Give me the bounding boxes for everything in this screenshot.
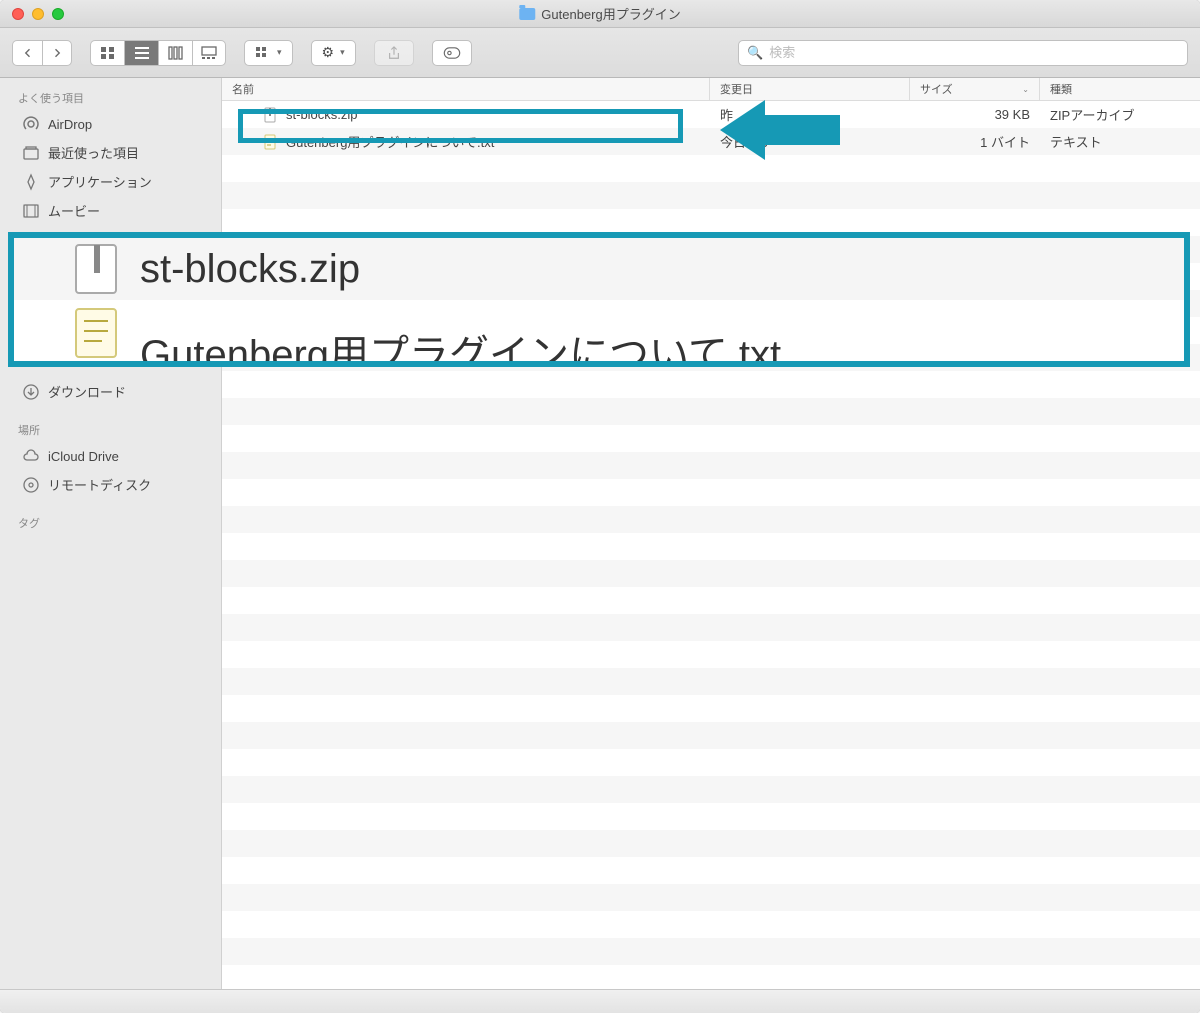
applications-icon: [22, 173, 40, 191]
traffic-lights: [0, 8, 64, 20]
sidebar-section-title: タグ: [0, 511, 221, 535]
sidebar-item-airdrop[interactable]: AirDrop: [0, 110, 221, 138]
zip-file-icon: [262, 107, 278, 123]
sidebar-item-movies[interactable]: ムービー: [0, 196, 221, 225]
movies-icon: [22, 202, 40, 220]
sidebar-item-label: ムービー: [48, 201, 100, 220]
action-menu-button[interactable]: ⚙ ▾: [311, 40, 356, 66]
back-button[interactable]: [12, 40, 42, 66]
share-button[interactable]: [374, 40, 414, 66]
tags-button[interactable]: [432, 40, 472, 66]
toolbar: ▾ ⚙ ▾ 🔍: [0, 28, 1200, 78]
titlebar: Gutenberg用プラグイン: [0, 0, 1200, 28]
txt-file-icon: [262, 134, 278, 150]
column-header-name[interactable]: 名前: [222, 78, 710, 100]
sidebar-item-label: AirDrop: [48, 117, 92, 132]
recents-icon: [22, 144, 40, 162]
gear-icon: ⚙: [322, 44, 335, 61]
file-size: 39 KB: [910, 107, 1040, 122]
file-list: 名前 変更日 サイズ⌄ 種類 st-blocks.zip 昨 39 KB ZIP…: [222, 78, 1200, 989]
icon-view-button[interactable]: [90, 40, 124, 66]
nav-buttons: [12, 40, 72, 66]
column-header-size[interactable]: サイズ⌄: [910, 78, 1040, 100]
maximize-button[interactable]: [52, 8, 64, 20]
sidebar-item-downloads[interactable]: ダウンロード: [0, 377, 221, 406]
group-by-button[interactable]: ▾: [244, 40, 293, 66]
file-row[interactable]: Gutenberg用プラグインについて.txt 今日 1 6 1 バイト テキス…: [222, 128, 1200, 155]
gallery-view-button[interactable]: [192, 40, 226, 66]
remote-disc-icon: [22, 476, 40, 494]
txt-file-icon: [74, 307, 118, 359]
sidebar-section-title: よく使う項目: [0, 86, 221, 110]
sidebar-item-remote-disc[interactable]: リモートディスク: [0, 470, 221, 499]
search-input[interactable]: [769, 45, 1179, 60]
sidebar-section-title: 場所: [0, 418, 221, 442]
sidebar-item-label: 最近使った項目: [48, 143, 139, 162]
file-date: 昨: [710, 105, 910, 124]
search-icon: 🔍: [747, 45, 763, 61]
chevron-down-icon: ▾: [340, 47, 345, 58]
zip-file-icon: [74, 243, 118, 295]
sort-arrow-icon: ⌄: [1022, 85, 1029, 94]
sidebar-item-label: リモートディスク: [48, 475, 151, 494]
sidebar-item-label: ダウンロード: [48, 382, 126, 401]
forward-button[interactable]: [42, 40, 72, 66]
zoom-file-name: Gutenberg用プラグインについて txt: [140, 322, 781, 367]
file-size: 1 バイト: [910, 132, 1040, 151]
minimize-button[interactable]: [32, 8, 44, 20]
finder-window: Gutenberg用プラグイン: [0, 0, 1200, 1013]
icloud-icon: [22, 447, 40, 465]
sidebar: よく使う項目 AirDrop 最近使った項目 アプリケーション ムービー: [0, 78, 222, 989]
sidebar-section-tags: タグ: [0, 511, 221, 535]
file-name: st-blocks.zip: [286, 107, 358, 122]
sidebar-section-favorites: よく使う項目 AirDrop 最近使った項目 アプリケーション ムービー: [0, 86, 221, 225]
zoom-file-name: st-blocks.zip: [140, 247, 360, 292]
folder-icon: [519, 8, 535, 20]
column-header-kind[interactable]: 種類: [1040, 78, 1200, 100]
column-view-button[interactable]: [158, 40, 192, 66]
zoom-row: Gutenberg用プラグインについて txt: [74, 304, 1184, 362]
column-header-date[interactable]: 変更日: [710, 78, 910, 100]
search-box[interactable]: 🔍: [738, 40, 1188, 66]
file-kind: テキスト: [1040, 132, 1200, 151]
window-title-text: Gutenberg用プラグイン: [541, 4, 680, 23]
annotation-zoom-overlay: st-blocks.zip Gutenberg用プラグインについて txt: [8, 232, 1190, 367]
list-view-button[interactable]: [124, 40, 158, 66]
sidebar-item-icloud[interactable]: iCloud Drive: [0, 442, 221, 470]
file-date: 今日 1 6: [710, 132, 910, 151]
file-kind: ZIPアーカイブ: [1040, 105, 1200, 124]
file-name: Gutenberg用プラグインについて.txt: [286, 132, 494, 151]
sidebar-item-label: iCloud Drive: [48, 449, 119, 464]
sidebar-item-recents[interactable]: 最近使った項目: [0, 138, 221, 167]
chevron-down-icon: ▾: [277, 47, 282, 58]
content: よく使う項目 AirDrop 最近使った項目 アプリケーション ムービー: [0, 78, 1200, 989]
view-buttons: [90, 40, 226, 66]
sidebar-item-applications[interactable]: アプリケーション: [0, 167, 221, 196]
downloads-icon: [22, 383, 40, 401]
sidebar-section-locations: 場所 iCloud Drive リモートディスク: [0, 418, 221, 499]
window-title: Gutenberg用プラグイン: [519, 4, 680, 23]
zoom-row: st-blocks.zip: [14, 238, 1190, 300]
list-header: 名前 変更日 サイズ⌄ 種類: [222, 78, 1200, 101]
close-button[interactable]: [12, 8, 24, 20]
sidebar-item-label: アプリケーション: [48, 172, 152, 191]
file-row[interactable]: st-blocks.zip 昨 39 KB ZIPアーカイブ: [222, 101, 1200, 128]
airdrop-icon: [22, 115, 40, 133]
statusbar: [0, 989, 1200, 1013]
